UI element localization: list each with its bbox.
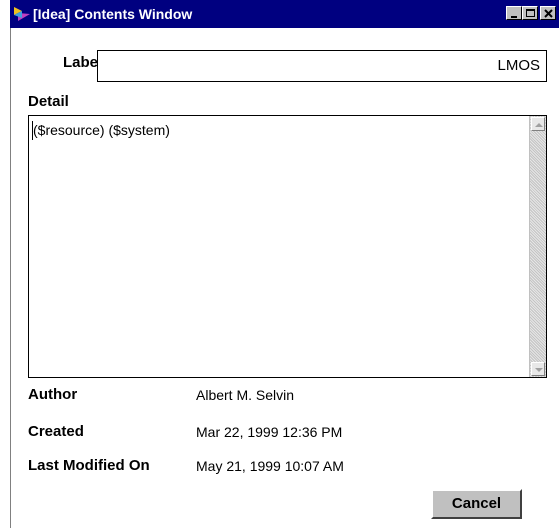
maximize-icon — [526, 9, 535, 17]
detail-textarea[interactable]: ($resource) ($system) — [28, 115, 547, 378]
last-modified-value: May 21, 1999 10:07 AM — [196, 458, 344, 474]
close-icon — [544, 9, 553, 18]
scroll-up-icon — [535, 123, 543, 127]
title-bar[interactable]: [Idea] Contents Window — [10, 0, 559, 28]
cancel-button[interactable]: Cancel — [431, 489, 522, 519]
contents-window: [Idea] Contents Window Label LMOS Detail… — [0, 0, 559, 528]
created-value: Mar 22, 1999 12:36 PM — [196, 424, 343, 440]
detail-text: ($resource) ($system) — [33, 122, 170, 138]
window-title: [Idea] Contents Window — [33, 6, 193, 22]
app-icon[interactable] — [13, 5, 31, 23]
window-left-border — [10, 28, 11, 528]
last-modified-label: Last Modified On — [28, 457, 150, 474]
minimize-button[interactable] — [506, 6, 522, 20]
vertical-scrollbar[interactable] — [529, 116, 546, 377]
scroll-down-button[interactable] — [531, 362, 545, 376]
label-input[interactable]: LMOS — [97, 50, 547, 82]
scroll-up-button[interactable] — [531, 117, 545, 131]
scroll-down-icon — [535, 368, 543, 372]
author-value: Albert M. Selvin — [196, 387, 295, 403]
minimize-icon — [511, 16, 517, 18]
detail-caption: Detail — [28, 93, 69, 110]
close-button[interactable] — [540, 6, 556, 20]
created-label: Created — [28, 423, 84, 440]
author-label: Author — [28, 386, 78, 403]
maximize-button[interactable] — [522, 6, 538, 20]
